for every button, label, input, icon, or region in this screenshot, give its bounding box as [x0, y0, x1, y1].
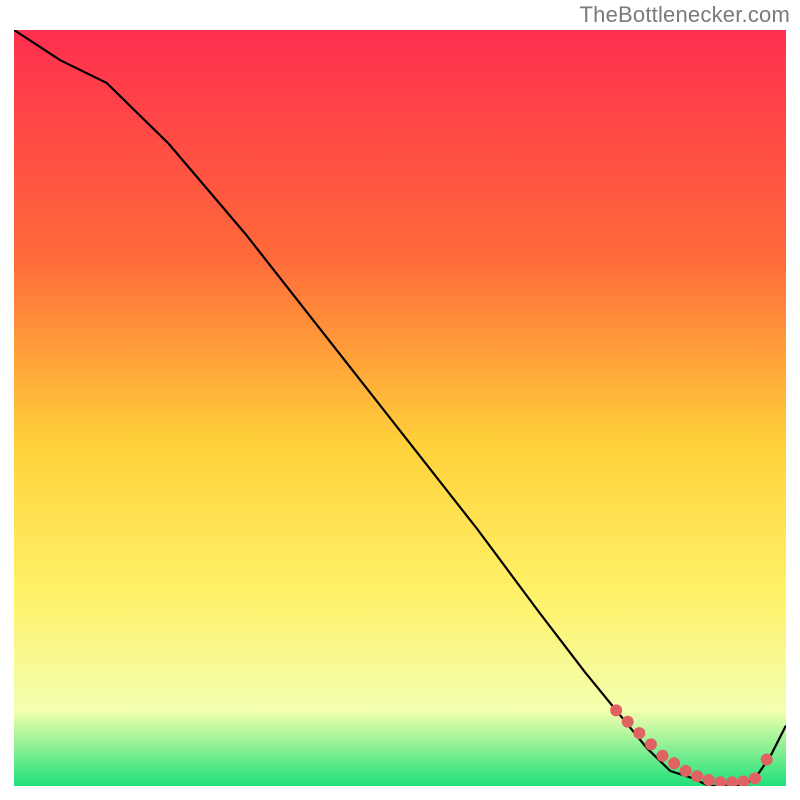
- marker-dot: [610, 704, 622, 716]
- marker-dot: [668, 757, 680, 769]
- marker-dot: [691, 770, 703, 782]
- chart-background: [14, 30, 786, 786]
- marker-dot: [761, 754, 773, 766]
- chart-svg: [14, 30, 786, 786]
- marker-dot: [645, 738, 657, 750]
- marker-dot: [622, 716, 634, 728]
- source-attribution: TheBottlenecker.com: [580, 2, 790, 28]
- chart-container: TheBottlenecker.com: [0, 0, 800, 800]
- marker-dot: [657, 750, 669, 762]
- marker-dot: [680, 765, 692, 777]
- marker-dot: [749, 772, 761, 784]
- plot-area: [14, 30, 786, 786]
- marker-dot: [703, 774, 715, 786]
- marker-dot: [633, 727, 645, 739]
